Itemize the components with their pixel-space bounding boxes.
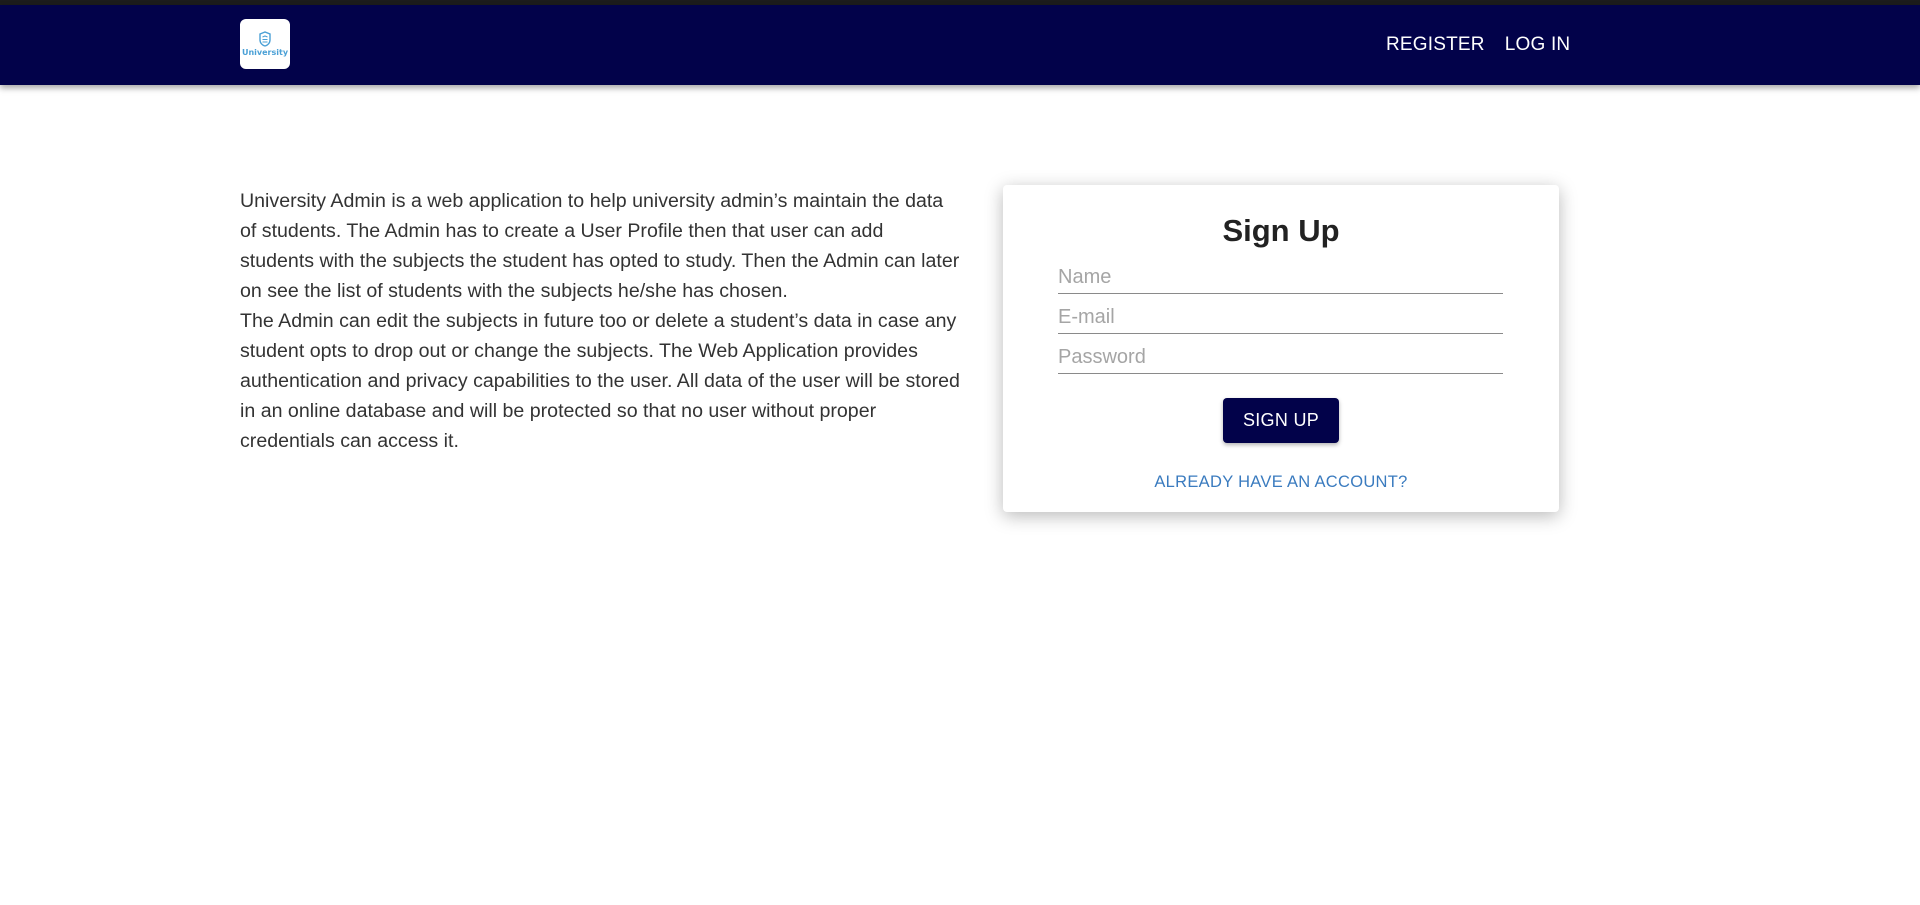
signup-title: Sign Up: [1222, 213, 1340, 248]
intro-paragraph-1: University Admin is a web application to…: [240, 190, 960, 302]
navbar: University REGISTER LOG IN: [0, 5, 1920, 85]
university-logo[interactable]: University: [240, 19, 290, 69]
already-have-account-link[interactable]: ALREADY HAVE AN ACCOUNT?: [1003, 473, 1559, 492]
university-crest-icon: [259, 31, 271, 47]
nav-login-link[interactable]: LOG IN: [1505, 34, 1571, 56]
nav-register-link[interactable]: REGISTER: [1386, 34, 1485, 56]
signup-card: Sign Up SIGN UP ALREADY HAVE AN ACCOUNT?: [1003, 185, 1559, 512]
signup-button[interactable]: SIGN UP: [1223, 398, 1339, 443]
logo-text: University: [241, 48, 289, 57]
password-input[interactable]: [1058, 342, 1503, 374]
intro-description: University Admin is a web application to…: [240, 186, 960, 456]
intro-paragraph-2: The Admin can edit the subjects in futur…: [240, 310, 960, 452]
nav-links: REGISTER LOG IN: [1386, 34, 1570, 56]
email-input[interactable]: [1058, 302, 1503, 334]
name-input[interactable]: [1058, 262, 1503, 294]
